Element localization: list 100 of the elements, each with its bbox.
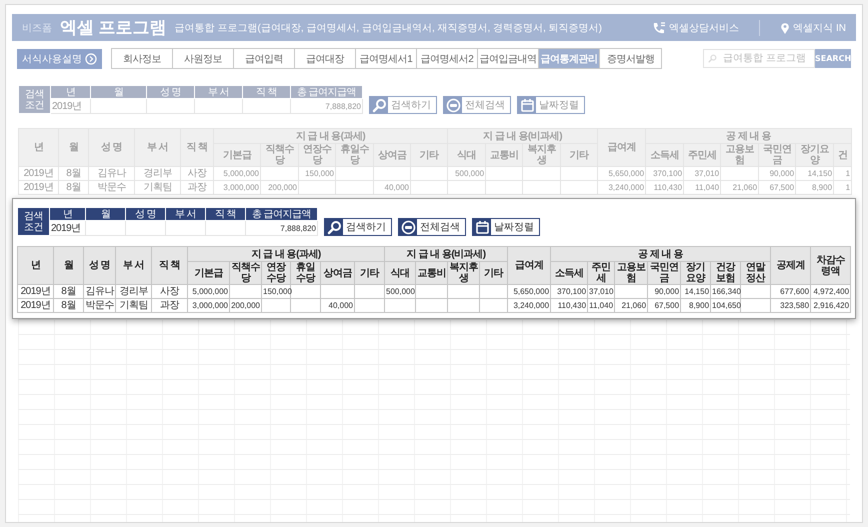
table-cell: 67,500 xyxy=(648,298,681,312)
column-header: 소득세 xyxy=(646,144,684,166)
column-header: 교통비 xyxy=(486,144,523,166)
table-cell: 5,000,000 xyxy=(188,284,230,298)
column-header: 차감수령액 xyxy=(810,246,851,284)
pin-icon xyxy=(780,22,790,34)
show-all-button[interactable]: 전체검색 xyxy=(398,218,466,236)
table-cell: 90,000 xyxy=(758,166,796,180)
table-cell: 150,000 xyxy=(298,166,336,180)
nav-tab[interactable]: 급여입금내역 xyxy=(478,49,539,68)
group-header: 지 급 내 용(과세) xyxy=(188,246,385,262)
filter-value[interactable]: 7,888,820 xyxy=(246,220,318,236)
column-header: 기타 xyxy=(480,262,508,284)
filter-header: 총 급여지급액 xyxy=(246,208,318,220)
filter-label: 검색 조건 xyxy=(18,86,50,114)
table-cell: 2019년 xyxy=(18,180,58,194)
column-header: 주민세 xyxy=(588,262,615,284)
column-header: 성 명 xyxy=(84,246,116,284)
filter-header: 부 서 xyxy=(166,208,206,220)
table-cell: 과장 xyxy=(180,180,214,194)
column-header: 장기요양 xyxy=(680,262,711,284)
search-icon xyxy=(372,98,386,112)
column-header: 기타 xyxy=(410,144,448,166)
table-cell: 5,000,000 xyxy=(214,166,260,180)
table-cell: 90,000 xyxy=(648,284,681,298)
column-header: 고용보험 xyxy=(720,144,759,166)
column-header: 연말정산 xyxy=(740,262,771,284)
app-title: 엑셀 프로그램 xyxy=(60,17,167,39)
search-icon xyxy=(326,220,342,234)
table-cell: 14,150 xyxy=(796,166,834,180)
group-header: 지 급 내 용(과세) xyxy=(214,128,448,144)
column-header: 고용보험 xyxy=(614,262,648,284)
table-cell: 11,040 xyxy=(684,180,721,194)
table-cell: 8월 xyxy=(58,166,88,180)
column-header: 교통비 xyxy=(416,262,448,284)
table-cell: 166,340 xyxy=(710,284,741,298)
table-cell: 200,000 xyxy=(260,180,298,194)
table-cell: 1 xyxy=(834,166,852,180)
column-header: 기타 xyxy=(354,262,385,284)
column-header: 국민연금 xyxy=(648,262,681,284)
column-header: 직책수당 xyxy=(260,144,298,166)
table-cell: 110,430 xyxy=(646,180,684,194)
column-header: 기본급 xyxy=(214,144,260,166)
table-cell: 사장 xyxy=(180,166,214,180)
table-cell: 8,900 xyxy=(680,298,711,312)
column-header: 급여계 xyxy=(508,246,551,284)
column-header: 장기요양 xyxy=(796,144,834,166)
table-cell: 150,000 xyxy=(262,284,290,298)
search-button[interactable]: 검색하기 xyxy=(324,218,392,236)
table-cell: 500,000 xyxy=(448,166,486,180)
calendar-icon xyxy=(520,98,534,112)
date-sort-button[interactable]: 날짜정렬 xyxy=(472,218,540,236)
filter-label: 검색 조건 xyxy=(18,208,50,236)
column-header: 복지후생 xyxy=(448,262,480,284)
table-cell: 4,972,400 xyxy=(810,284,851,298)
circle-icon xyxy=(400,220,416,234)
table-cell: 370,100 xyxy=(646,166,684,180)
app-subtitle: 급여통합 프로그램(급여대장, 급여명세서, 급여입금내역서, 재직증명서, 경력증명서, 퇴직증명서) xyxy=(174,22,603,34)
table-cell: 김유나 xyxy=(88,166,134,180)
group-header: 공 제 내 용 xyxy=(646,128,852,144)
table-cell: 박문수 xyxy=(88,180,134,194)
filter-header: 년 xyxy=(50,86,90,98)
column-header: 연장수당 xyxy=(298,144,336,166)
table-cell: 104,650 xyxy=(710,298,741,312)
filter-header: 부 서 xyxy=(194,86,242,98)
group-header: 지 급 내 용(비과세) xyxy=(448,128,598,144)
table-cell: 37,010 xyxy=(684,166,721,180)
table-cell: 2019년 xyxy=(18,166,58,180)
table-cell: 21,060 xyxy=(614,298,648,312)
column-header: 월 xyxy=(54,246,84,284)
column-header: 월 xyxy=(58,128,88,166)
group-header: 지 급 내 용(비과세) xyxy=(384,246,508,262)
column-header: 년 xyxy=(18,128,58,166)
column-header: 급여계 xyxy=(598,128,646,166)
filter-header: 년 xyxy=(50,208,86,220)
table-cell: 677,600 xyxy=(770,284,811,298)
table-cell: 박문수 xyxy=(84,298,116,312)
table-cell: 323,580 xyxy=(770,298,811,312)
column-header: 기타 xyxy=(560,144,598,166)
table-cell: 40,000 xyxy=(320,298,354,312)
table-cell: 37,010 xyxy=(588,284,615,298)
table-cell: 40,000 xyxy=(374,180,410,194)
column-header: 부 서 xyxy=(134,128,180,166)
table-cell: 3,000,000 xyxy=(214,180,260,194)
table-cell: 200,000 xyxy=(230,298,262,312)
table-cell: 110,430 xyxy=(550,298,588,312)
table-cell: 5,650,000 xyxy=(598,166,646,180)
filter-header: 총 급여지급액 xyxy=(290,86,362,98)
column-header: 부 서 xyxy=(116,246,152,284)
table-cell: 67,500 xyxy=(758,180,796,194)
table-cell: 11,040 xyxy=(588,298,615,312)
table-cell: 8,900 xyxy=(796,180,834,194)
search-field[interactable]: 급여통합 프로그램 xyxy=(703,49,815,68)
table-cell: 김유나 xyxy=(84,284,116,298)
filter-value[interactable]: 2019년 xyxy=(50,220,86,236)
table-cell: 500,000 xyxy=(384,284,416,298)
column-header: 복지후생 xyxy=(522,144,561,166)
column-header: 직 책 xyxy=(152,246,188,284)
table-cell: 8월 xyxy=(54,298,84,312)
group-header: 공 제 내 용 xyxy=(550,246,771,262)
